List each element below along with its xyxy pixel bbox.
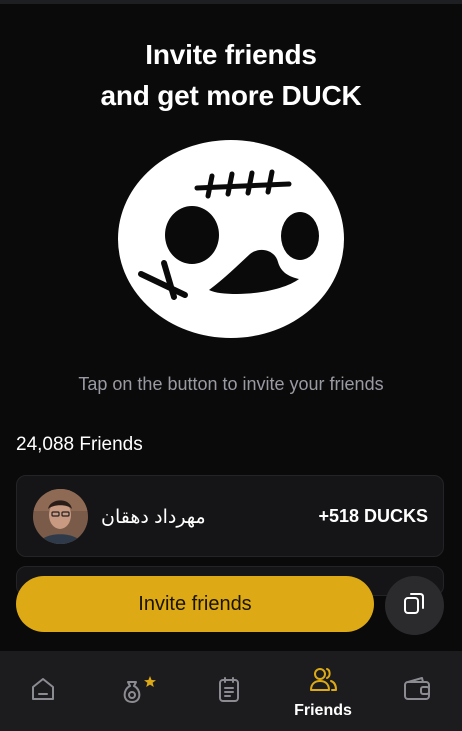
friend-name: مهرداد دهقان [101, 507, 206, 528]
tab-friends[interactable]: Friends [283, 651, 363, 731]
friends-count: 24,088 Friends [16, 434, 143, 455]
wallet-icon [402, 675, 432, 708]
tasks-icon [215, 675, 243, 708]
copy-icon [402, 590, 428, 621]
avatar [33, 489, 88, 544]
tab-wallet[interactable] [377, 651, 457, 731]
copy-link-button[interactable] [385, 576, 444, 635]
money-bag-star-icon [114, 675, 158, 710]
tab-home[interactable] [3, 651, 83, 731]
page-title: Invite friends and get more DUCK [0, 34, 462, 116]
title-line-2: and get more DUCK [100, 80, 362, 111]
top-edge [0, 0, 462, 4]
friends-icon [308, 665, 338, 698]
invite-hint: Tap on the button to invite your friends [78, 374, 384, 394]
friend-list-item: مهرداد دهقان +518 DUCKS [16, 475, 444, 557]
duck-face-mascot [117, 138, 345, 338]
title-line-1: Invite friends [145, 39, 317, 70]
bottom-tab-bar: Friends [0, 651, 462, 731]
friend-reward: +518 DUCKS [318, 506, 428, 526]
home-icon [29, 675, 57, 708]
tab-tasks[interactable] [189, 651, 269, 731]
tab-rewards[interactable] [96, 651, 176, 731]
tab-friends-label: Friends [294, 702, 352, 719]
invite-friends-button[interactable]: Invite friends [16, 576, 374, 632]
